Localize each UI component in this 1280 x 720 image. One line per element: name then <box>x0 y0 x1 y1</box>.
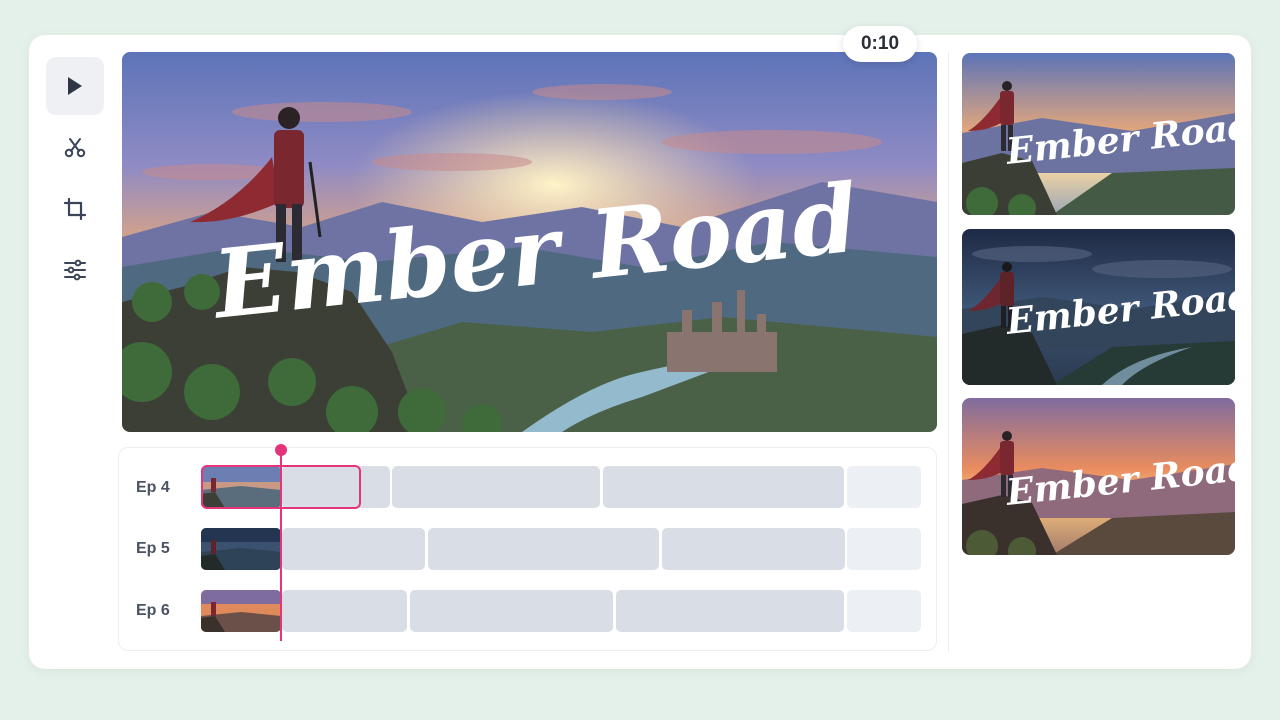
track-segment[interactable] <box>282 528 425 570</box>
track-segment[interactable] <box>282 590 407 632</box>
thumbnail-image: Ember Road <box>962 53 1235 215</box>
clip-thumbnail-ep6[interactable] <box>201 590 281 632</box>
variant-thumbnail-sunset[interactable]: Ember Road <box>962 53 1235 215</box>
preview-scene: Ember Road <box>122 52 937 432</box>
track-label-ep6: Ep 6 <box>136 602 170 619</box>
track-segment[interactable] <box>847 528 921 570</box>
track-segment[interactable] <box>847 466 921 508</box>
track-segment[interactable] <box>662 528 845 570</box>
playhead-handle[interactable] <box>275 444 287 456</box>
play-button[interactable] <box>46 57 104 115</box>
thumbnail-image: Ember Road <box>962 229 1235 385</box>
track-segment[interactable] <box>428 528 659 570</box>
clip-image <box>201 590 281 632</box>
scissors-icon <box>64 138 86 158</box>
clip-thumbnail-ep5[interactable] <box>201 528 281 570</box>
cut-button[interactable] <box>46 119 104 177</box>
sliders-icon <box>64 259 86 281</box>
track-segment[interactable] <box>847 590 921 632</box>
variant-thumbnail-dusk[interactable]: Ember Road <box>962 398 1235 555</box>
track-segment[interactable] <box>603 466 844 508</box>
playhead[interactable] <box>280 450 282 641</box>
play-icon <box>68 77 82 95</box>
playback-timer: 0:10 <box>843 26 917 62</box>
track-label-ep5: Ep 5 <box>136 540 170 557</box>
track-label-ep4: Ep 4 <box>136 479 170 496</box>
crop-button[interactable] <box>46 180 104 238</box>
thumbnail-image: Ember Road <box>962 398 1235 555</box>
variant-thumbnail-night[interactable]: Ember Road <box>962 229 1235 385</box>
panel-divider <box>948 52 949 652</box>
adjust-button[interactable] <box>46 241 104 299</box>
track-segment[interactable] <box>392 466 600 508</box>
track-segment[interactable] <box>616 590 844 632</box>
track-segment[interactable] <box>410 590 613 632</box>
clip-image <box>201 528 281 570</box>
crop-icon <box>63 197 87 221</box>
video-preview[interactable]: Ember Road <box>122 52 937 432</box>
